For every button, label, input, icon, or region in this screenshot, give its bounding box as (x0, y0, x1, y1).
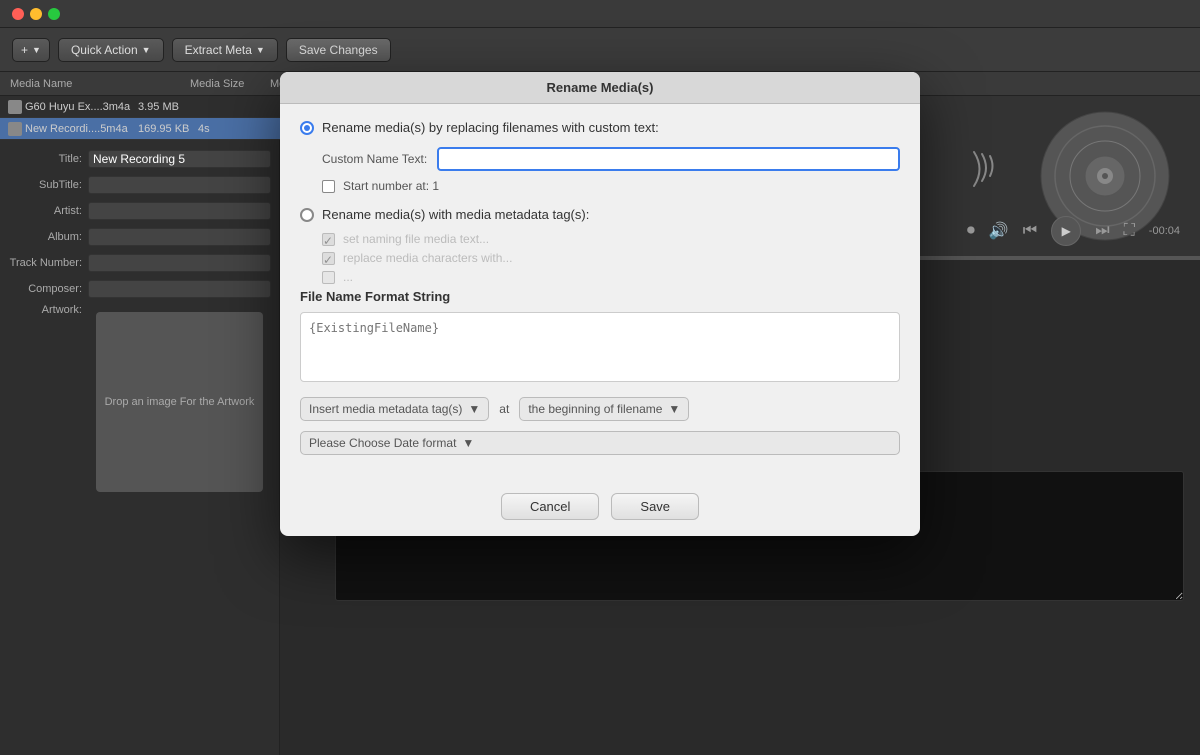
date-format-row: Please Choose Date format ▼ (300, 431, 900, 455)
meta-option-2: ✓ replace media characters with... (322, 251, 900, 265)
option1-radio[interactable] (300, 121, 314, 135)
date-format-select[interactable]: Please Choose Date format ▼ (300, 431, 900, 455)
save-button[interactable]: Save (611, 493, 699, 520)
meta-checkbox-3 (322, 271, 335, 284)
modal-footer: Cancel Save (280, 483, 920, 536)
modal-body: Rename media(s) by replacing filenames w… (280, 104, 920, 483)
option2-radio[interactable] (300, 208, 314, 222)
custom-name-label: Custom Name Text: (322, 152, 427, 166)
meta-checkbox-2: ✓ (322, 252, 335, 265)
insert-caret-icon: ▼ (468, 402, 480, 416)
rename-modal: Rename Media(s) Rename media(s) by repla… (280, 72, 920, 536)
start-number-label: Start number at: 1 (343, 179, 439, 193)
insert-row: Insert media metadata tag(s) ▼ at the be… (300, 397, 900, 421)
position-label: the beginning of filename (528, 402, 662, 416)
meta-options: ✓ set naming file media text... ✓ replac… (322, 232, 900, 284)
format-textarea[interactable] (300, 312, 900, 382)
date-format-label: Please Choose Date format (309, 436, 456, 450)
cancel-button[interactable]: Cancel (501, 493, 599, 520)
at-label: at (499, 402, 509, 416)
option2-label: Rename media(s) with media metadata tag(… (322, 207, 589, 222)
file-format-section: File Name Format String (300, 289, 900, 385)
meta-checkbox-1: ✓ (322, 233, 335, 246)
date-caret-icon: ▼ (462, 436, 474, 450)
option1-row[interactable]: Rename media(s) by replacing filenames w… (300, 120, 900, 135)
position-select[interactable]: the beginning of filename ▼ (519, 397, 689, 421)
meta-option-label-2: replace media characters with... (343, 251, 512, 265)
meta-option-label-1: set naming file media text... (343, 232, 489, 246)
modal-overlay: Rename Media(s) Rename media(s) by repla… (0, 0, 1200, 755)
custom-name-input[interactable] (437, 147, 900, 171)
meta-option-1: ✓ set naming file media text... (322, 232, 900, 246)
start-number-row: Start number at: 1 (322, 179, 900, 193)
custom-name-row: Custom Name Text: (322, 147, 900, 171)
option1-label: Rename media(s) by replacing filenames w… (322, 120, 659, 135)
insert-tag-label: Insert media metadata tag(s) (309, 402, 462, 416)
modal-title: Rename Media(s) (280, 72, 920, 104)
option2-row[interactable]: Rename media(s) with media metadata tag(… (300, 207, 900, 222)
meta-option-3: ... (322, 270, 900, 284)
meta-option-label-3: ... (343, 270, 353, 284)
file-format-title: File Name Format String (300, 289, 900, 304)
insert-tag-select[interactable]: Insert media metadata tag(s) ▼ (300, 397, 489, 421)
position-caret-icon: ▼ (668, 402, 680, 416)
start-number-checkbox[interactable] (322, 180, 335, 193)
